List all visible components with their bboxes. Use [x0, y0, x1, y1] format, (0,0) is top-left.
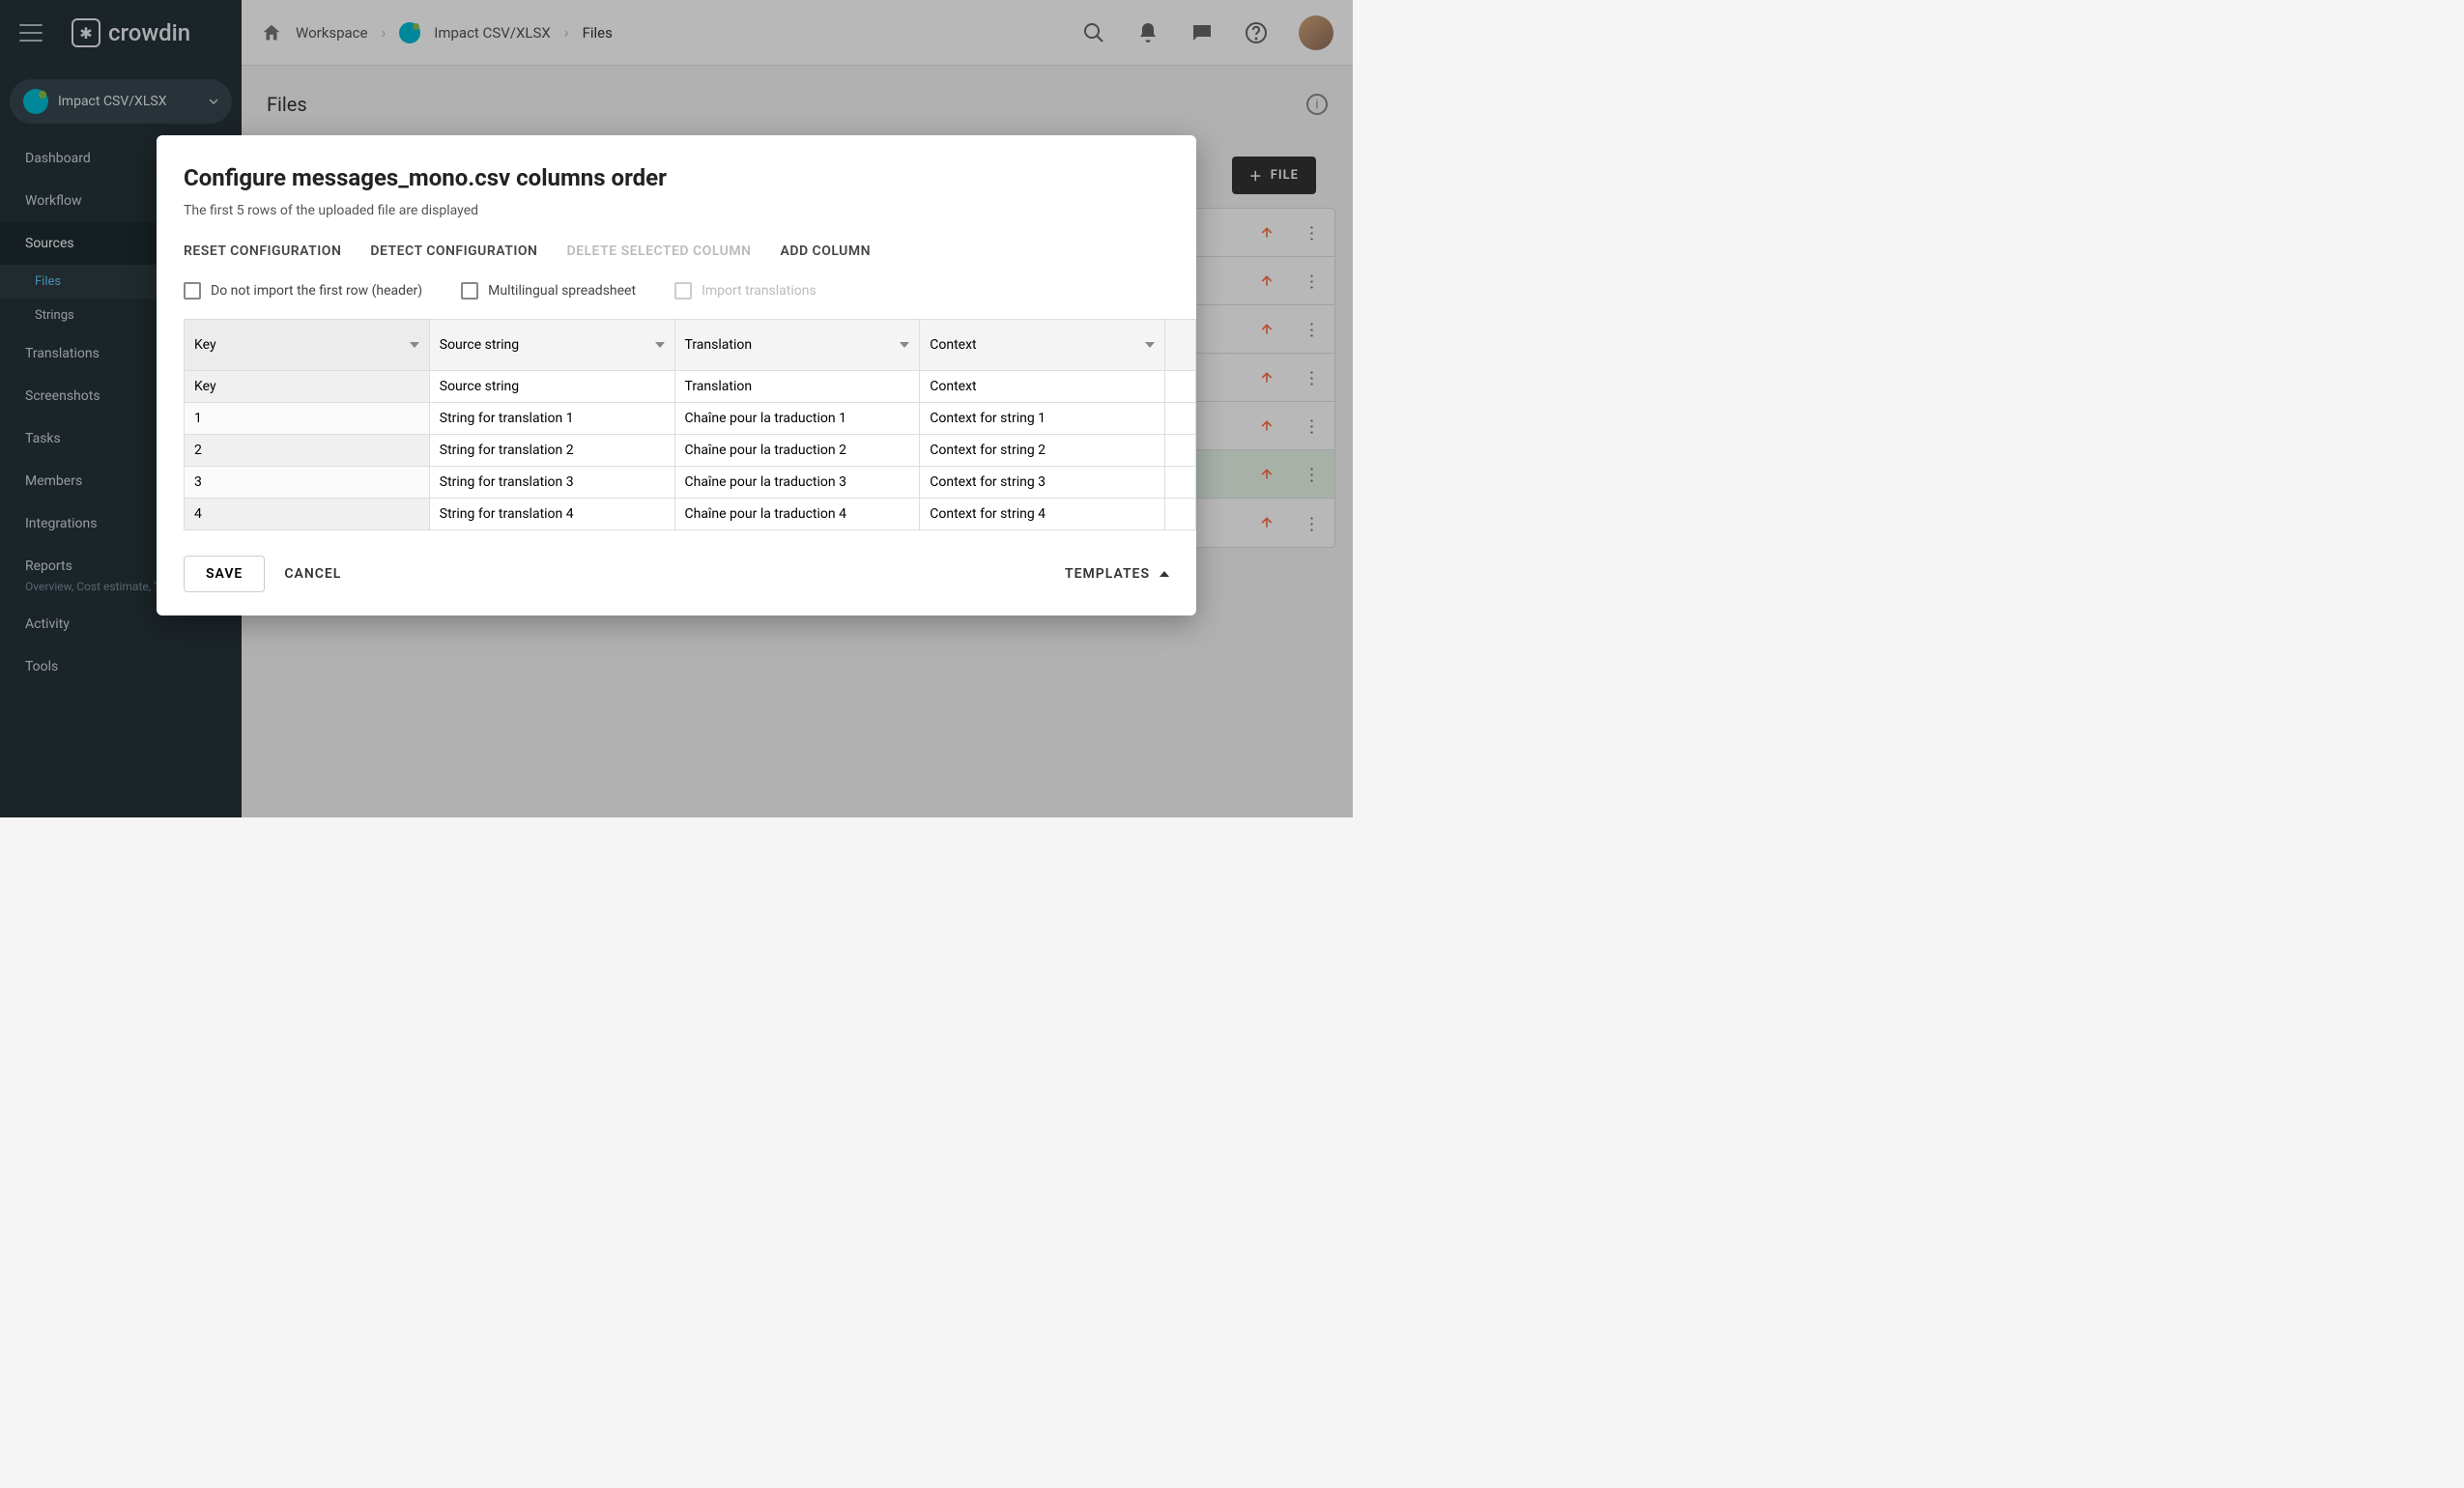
dialog-subtitle: The first 5 rows of the uploaded file ar…: [184, 203, 1169, 218]
column-header-label: Source string: [440, 337, 519, 353]
column-header-context[interactable]: Context: [920, 320, 1165, 371]
checkbox-label: Do not import the first row (header): [211, 283, 422, 299]
cell: Chaîne pour la traduction 1: [675, 403, 921, 435]
cell: 1: [185, 403, 430, 435]
add-column-button[interactable]: ADD COLUMN: [780, 243, 871, 259]
cell: Context: [920, 371, 1165, 403]
column-header-source[interactable]: Source string: [430, 320, 675, 371]
dropdown-icon[interactable]: [1145, 342, 1155, 348]
grid-row: 3 String for translation 3 Chaîne pour l…: [185, 467, 1196, 499]
cell: String for translation 1: [430, 403, 675, 435]
column-header-label: Key: [194, 337, 216, 353]
columns-preview-grid: Key Source string Translation Context Ke…: [184, 319, 1196, 530]
cell: [1165, 371, 1196, 403]
cell: 4: [185, 499, 430, 529]
cell: Chaîne pour la traduction 3: [675, 467, 921, 499]
modal-overlay: Configure messages_mono.csv columns orde…: [0, 0, 1353, 817]
dialog-checkboxes: Do not import the first row (header) Mul…: [184, 282, 1169, 300]
column-header-extra[interactable]: [1165, 320, 1196, 371]
cell: Context for string 2: [920, 435, 1165, 467]
delete-selected-column-button: DELETE SELECTED COLUMN: [566, 243, 751, 259]
grid-row: 1 String for translation 1 Chaîne pour l…: [185, 403, 1196, 435]
checkbox-skip-header[interactable]: Do not import the first row (header): [184, 282, 422, 300]
dialog-actions: RESET CONFIGURATION DETECT CONFIGURATION…: [184, 243, 1169, 259]
cell: Context for string 3: [920, 467, 1165, 499]
templates-button[interactable]: TEMPLATES: [1065, 566, 1169, 582]
cell: Source string: [430, 371, 675, 403]
cell: Context for string 4: [920, 499, 1165, 529]
checkbox-label: Import translations: [702, 283, 817, 299]
grid-row: 2 String for translation 2 Chaîne pour l…: [185, 435, 1196, 467]
dialog-footer: SAVE CANCEL TEMPLATES: [157, 530, 1196, 592]
save-button[interactable]: SAVE: [184, 556, 265, 592]
templates-label: TEMPLATES: [1065, 566, 1150, 582]
cell: Context for string 1: [920, 403, 1165, 435]
checkbox-import-translations: Import translations: [674, 282, 817, 300]
cell: Key: [185, 371, 430, 403]
dropdown-icon[interactable]: [655, 342, 665, 348]
checkbox-icon: [674, 282, 692, 300]
reset-configuration-button[interactable]: RESET CONFIGURATION: [184, 243, 341, 259]
checkbox-label: Multilingual spreadsheet: [488, 283, 636, 299]
cell: String for translation 4: [430, 499, 675, 529]
cell: [1165, 499, 1196, 529]
grid-header: Key Source string Translation Context: [185, 320, 1196, 371]
dialog-title: Configure messages_mono.csv columns orde…: [184, 164, 1169, 191]
cell: 2: [185, 435, 430, 467]
dropdown-icon[interactable]: [900, 342, 909, 348]
column-header-translation[interactable]: Translation: [675, 320, 921, 371]
grid-row: 4 String for translation 4 Chaîne pour l…: [185, 499, 1196, 529]
cell: [1165, 467, 1196, 499]
column-header-label: Context: [930, 337, 976, 353]
checkbox-icon: [461, 282, 478, 300]
cancel-button[interactable]: CANCEL: [284, 566, 341, 582]
checkbox-icon: [184, 282, 201, 300]
column-header-key[interactable]: Key: [185, 320, 430, 371]
cell: Chaîne pour la traduction 4: [675, 499, 921, 529]
cell: String for translation 2: [430, 435, 675, 467]
cell: String for translation 3: [430, 467, 675, 499]
chevron-up-icon: [1160, 571, 1169, 577]
cell: 3: [185, 467, 430, 499]
cell: Translation: [675, 371, 921, 403]
checkbox-multilingual[interactable]: Multilingual spreadsheet: [461, 282, 636, 300]
grid-row: Key Source string Translation Context: [185, 371, 1196, 403]
detect-configuration-button[interactable]: DETECT CONFIGURATION: [370, 243, 537, 259]
column-header-label: Translation: [685, 337, 753, 353]
cell: Chaîne pour la traduction 2: [675, 435, 921, 467]
configure-columns-dialog: Configure messages_mono.csv columns orde…: [157, 135, 1196, 615]
dropdown-icon[interactable]: [410, 342, 419, 348]
cell: [1165, 435, 1196, 467]
cell: [1165, 403, 1196, 435]
